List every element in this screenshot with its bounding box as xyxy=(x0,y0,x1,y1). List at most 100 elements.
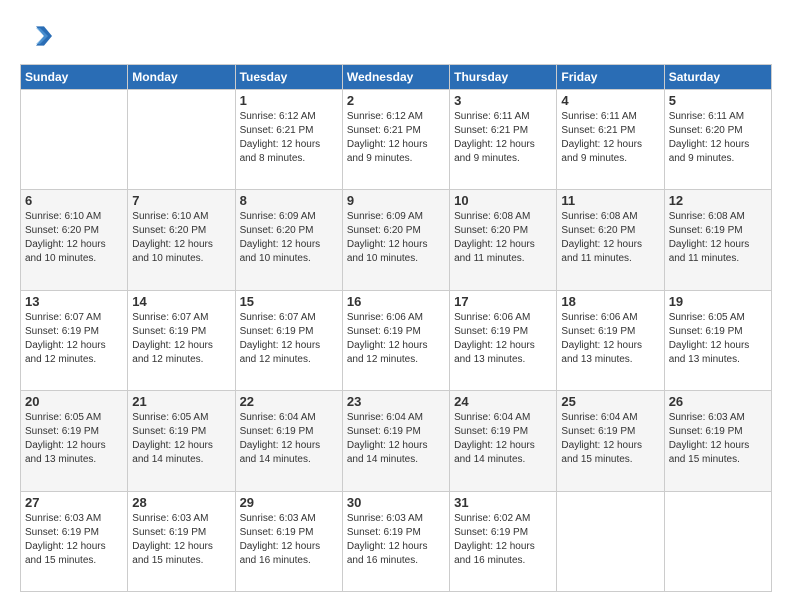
day-number: 26 xyxy=(669,394,767,409)
col-header-thursday: Thursday xyxy=(450,65,557,90)
day-info: Sunrise: 6:04 AM Sunset: 6:19 PM Dayligh… xyxy=(240,411,338,467)
day-cell: 4 Sunrise: 6:11 AM Sunset: 6:21 PM Daylig… xyxy=(557,90,664,190)
day-number: 5 xyxy=(669,93,767,108)
col-header-saturday: Saturday xyxy=(664,65,771,90)
day-number: 23 xyxy=(347,394,445,409)
day-number: 29 xyxy=(240,495,338,510)
page: SundayMondayTuesdayWednesdayThursdayFrid… xyxy=(0,0,792,612)
day-info: Sunrise: 6:10 AM Sunset: 6:20 PM Dayligh… xyxy=(25,210,123,266)
day-info: Sunrise: 6:05 AM Sunset: 6:19 PM Dayligh… xyxy=(132,411,230,467)
week-row-5: 27 Sunrise: 6:03 AM Sunset: 6:19 PM Dayli… xyxy=(21,491,772,591)
day-info: Sunrise: 6:07 AM Sunset: 6:19 PM Dayligh… xyxy=(25,311,123,367)
day-cell: 12 Sunrise: 6:08 AM Sunset: 6:19 PM Dayli… xyxy=(664,190,771,290)
calendar-header-row: SundayMondayTuesdayWednesdayThursdayFrid… xyxy=(21,65,772,90)
day-cell: 18 Sunrise: 6:06 AM Sunset: 6:19 PM Dayli… xyxy=(557,290,664,390)
day-cell: 11 Sunrise: 6:08 AM Sunset: 6:20 PM Dayli… xyxy=(557,190,664,290)
day-info: Sunrise: 6:03 AM Sunset: 6:19 PM Dayligh… xyxy=(132,512,230,568)
day-number: 1 xyxy=(240,93,338,108)
day-info: Sunrise: 6:09 AM Sunset: 6:20 PM Dayligh… xyxy=(347,210,445,266)
day-info: Sunrise: 6:06 AM Sunset: 6:19 PM Dayligh… xyxy=(347,311,445,367)
day-number: 30 xyxy=(347,495,445,510)
day-info: Sunrise: 6:11 AM Sunset: 6:21 PM Dayligh… xyxy=(561,110,659,166)
logo xyxy=(20,20,56,52)
week-row-3: 13 Sunrise: 6:07 AM Sunset: 6:19 PM Dayli… xyxy=(21,290,772,390)
day-number: 24 xyxy=(454,394,552,409)
day-number: 2 xyxy=(347,93,445,108)
day-number: 27 xyxy=(25,495,123,510)
day-cell: 20 Sunrise: 6:05 AM Sunset: 6:19 PM Dayli… xyxy=(21,391,128,491)
col-header-tuesday: Tuesday xyxy=(235,65,342,90)
day-number: 11 xyxy=(561,193,659,208)
day-cell: 25 Sunrise: 6:04 AM Sunset: 6:19 PM Dayli… xyxy=(557,391,664,491)
day-number: 18 xyxy=(561,294,659,309)
day-number: 16 xyxy=(347,294,445,309)
day-cell: 7 Sunrise: 6:10 AM Sunset: 6:20 PM Daylig… xyxy=(128,190,235,290)
day-info: Sunrise: 6:07 AM Sunset: 6:19 PM Dayligh… xyxy=(240,311,338,367)
col-header-wednesday: Wednesday xyxy=(342,65,449,90)
day-cell: 26Sunrise: 6:03 AM Sunset: 6:19 PM Dayli… xyxy=(664,391,771,491)
day-number: 28 xyxy=(132,495,230,510)
day-cell: 21 Sunrise: 6:05 AM Sunset: 6:19 PM Dayli… xyxy=(128,391,235,491)
day-info: Sunrise: 6:03 AM Sunset: 6:19 PM Dayligh… xyxy=(240,512,338,568)
day-number: 25 xyxy=(561,394,659,409)
day-cell: 28 Sunrise: 6:03 AM Sunset: 6:19 PM Dayli… xyxy=(128,491,235,591)
day-info: Sunrise: 6:11 AM Sunset: 6:21 PM Dayligh… xyxy=(454,110,552,166)
day-cell: 14Sunrise: 6:07 AM Sunset: 6:19 PM Dayli… xyxy=(128,290,235,390)
day-info: Sunrise: 6:09 AM Sunset: 6:20 PM Dayligh… xyxy=(240,210,338,266)
day-number: 20 xyxy=(25,394,123,409)
day-number: 21 xyxy=(132,394,230,409)
day-cell xyxy=(21,90,128,190)
header xyxy=(20,20,772,52)
day-info: Sunrise: 6:06 AM Sunset: 6:19 PM Dayligh… xyxy=(561,311,659,367)
day-cell: 10Sunrise: 6:08 AM Sunset: 6:20 PM Dayli… xyxy=(450,190,557,290)
week-row-1: 1Sunrise: 6:12 AM Sunset: 6:21 PM Daylig… xyxy=(21,90,772,190)
day-number: 17 xyxy=(454,294,552,309)
day-info: Sunrise: 6:03 AM Sunset: 6:19 PM Dayligh… xyxy=(347,512,445,568)
day-cell: 31 Sunrise: 6:02 AM Sunset: 6:19 PM Dayli… xyxy=(450,491,557,591)
day-cell: 2Sunrise: 6:12 AM Sunset: 6:21 PM Daylig… xyxy=(342,90,449,190)
day-info: Sunrise: 6:05 AM Sunset: 6:19 PM Dayligh… xyxy=(669,311,767,367)
day-number: 13 xyxy=(25,294,123,309)
col-header-monday: Monday xyxy=(128,65,235,90)
day-number: 4 xyxy=(561,93,659,108)
day-info: Sunrise: 6:02 AM Sunset: 6:19 PM Dayligh… xyxy=(454,512,552,568)
day-number: 8 xyxy=(240,193,338,208)
day-cell: 22 Sunrise: 6:04 AM Sunset: 6:19 PM Dayli… xyxy=(235,391,342,491)
col-header-friday: Friday xyxy=(557,65,664,90)
day-cell: 30 Sunrise: 6:03 AM Sunset: 6:19 PM Dayli… xyxy=(342,491,449,591)
day-cell xyxy=(664,491,771,591)
day-info: Sunrise: 6:04 AM Sunset: 6:19 PM Dayligh… xyxy=(561,411,659,467)
day-number: 7 xyxy=(132,193,230,208)
day-cell: 5 Sunrise: 6:11 AM Sunset: 6:20 PM Daylig… xyxy=(664,90,771,190)
day-cell: 9 Sunrise: 6:09 AM Sunset: 6:20 PM Daylig… xyxy=(342,190,449,290)
day-info: Sunrise: 6:04 AM Sunset: 6:19 PM Dayligh… xyxy=(347,411,445,467)
col-header-sunday: Sunday xyxy=(21,65,128,90)
day-cell: 27 Sunrise: 6:03 AM Sunset: 6:19 PM Dayli… xyxy=(21,491,128,591)
day-cell: 6 Sunrise: 6:10 AM Sunset: 6:20 PM Daylig… xyxy=(21,190,128,290)
day-number: 6 xyxy=(25,193,123,208)
day-cell: 15 Sunrise: 6:07 AM Sunset: 6:19 PM Dayli… xyxy=(235,290,342,390)
day-number: 22 xyxy=(240,394,338,409)
day-cell: 17 Sunrise: 6:06 AM Sunset: 6:19 PM Dayli… xyxy=(450,290,557,390)
day-cell: 3Sunrise: 6:11 AM Sunset: 6:21 PM Daylig… xyxy=(450,90,557,190)
day-info: Sunrise: 6:07 AM Sunset: 6:19 PM Dayligh… xyxy=(132,311,230,367)
day-info: Sunrise: 6:10 AM Sunset: 6:20 PM Dayligh… xyxy=(132,210,230,266)
day-cell: 19 Sunrise: 6:05 AM Sunset: 6:19 PM Dayli… xyxy=(664,290,771,390)
day-info: Sunrise: 6:08 AM Sunset: 6:19 PM Dayligh… xyxy=(669,210,767,266)
day-number: 31 xyxy=(454,495,552,510)
day-number: 9 xyxy=(347,193,445,208)
day-number: 15 xyxy=(240,294,338,309)
day-cell: 1Sunrise: 6:12 AM Sunset: 6:21 PM Daylig… xyxy=(235,90,342,190)
day-info: Sunrise: 6:06 AM Sunset: 6:19 PM Dayligh… xyxy=(454,311,552,367)
day-info: Sunrise: 6:11 AM Sunset: 6:20 PM Dayligh… xyxy=(669,110,767,166)
day-cell xyxy=(128,90,235,190)
day-info: Sunrise: 6:05 AM Sunset: 6:19 PM Dayligh… xyxy=(25,411,123,467)
day-number: 12 xyxy=(669,193,767,208)
day-info: Sunrise: 6:08 AM Sunset: 6:20 PM Dayligh… xyxy=(561,210,659,266)
week-row-2: 6 Sunrise: 6:10 AM Sunset: 6:20 PM Daylig… xyxy=(21,190,772,290)
day-info: Sunrise: 6:03 AM Sunset: 6:19 PM Dayligh… xyxy=(25,512,123,568)
day-info: Sunrise: 6:04 AM Sunset: 6:19 PM Dayligh… xyxy=(454,411,552,467)
day-cell: 29 Sunrise: 6:03 AM Sunset: 6:19 PM Dayli… xyxy=(235,491,342,591)
day-number: 19 xyxy=(669,294,767,309)
day-cell: 24 Sunrise: 6:04 AM Sunset: 6:19 PM Dayli… xyxy=(450,391,557,491)
